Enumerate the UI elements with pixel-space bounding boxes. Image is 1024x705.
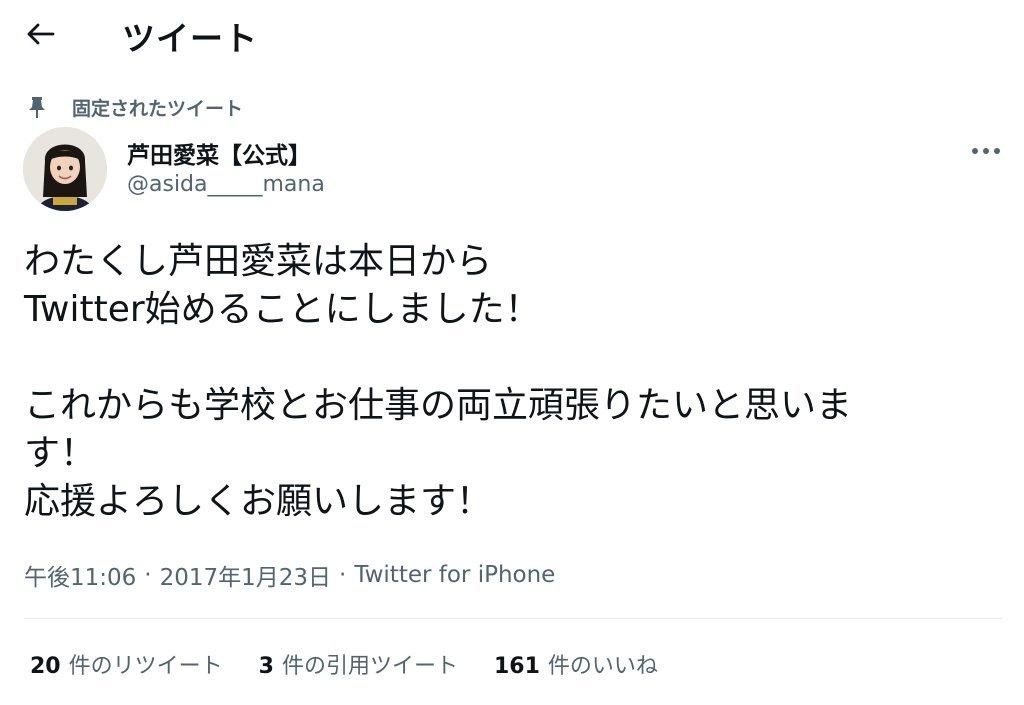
page-title: ツイート (122, 19, 258, 58)
retweets-count: 20 (30, 654, 61, 679)
tweet-source[interactable]: Twitter for iPhone (354, 562, 555, 588)
arrow-left-icon (27, 23, 55, 45)
tweet-stats: 20 件のリツイート 3 件の引用ツイート 161 件のいいね (30, 648, 694, 680)
likes-stat[interactable]: 161 件のいいね (494, 648, 658, 680)
retweets-stat[interactable]: 20 件のリツイート (30, 648, 223, 680)
retweets-label: 件のリツイート (68, 654, 223, 679)
quotes-label: 件の引用ツイート (281, 654, 458, 679)
avatar[interactable] (23, 127, 107, 211)
tweet-text: わたくし芦田愛菜は本日から Twitter始めることにしました！ これからも学校… (24, 241, 853, 522)
meta-separator: · (339, 562, 347, 588)
quotes-count: 3 (258, 654, 274, 679)
more-horizontal-icon (972, 148, 1000, 154)
pinned-label: 固定されたツイート (72, 97, 244, 120)
pin-icon (26, 95, 48, 119)
quotes-stat[interactable]: 3 件の引用ツイート (259, 648, 458, 680)
tweet-time[interactable]: 午後11:06 (24, 558, 136, 592)
back-button[interactable] (22, 16, 58, 52)
meta-separator: · (144, 562, 152, 588)
author-handle[interactable]: @asida_____mana (127, 172, 325, 197)
likes-label: 件のいいね (547, 654, 658, 679)
tweet-date[interactable]: 2017年1月23日 (160, 558, 331, 592)
author-name[interactable]: 芦田愛菜【公式】 (127, 136, 311, 170)
header: ツイート (0, 0, 1024, 70)
divider (24, 618, 1002, 619)
pinned-indicator: 固定されたツイート (26, 93, 243, 121)
tweet-meta: 午後11:06 · 2017年1月23日 · Twitter for iPhon… (24, 558, 555, 592)
more-options-button[interactable] (966, 136, 1006, 166)
tweet-detail-page: ツイート 固定されたツイート 芦田愛菜【公式】 @asida_____mana … (0, 0, 1024, 705)
likes-count: 161 (493, 654, 540, 679)
